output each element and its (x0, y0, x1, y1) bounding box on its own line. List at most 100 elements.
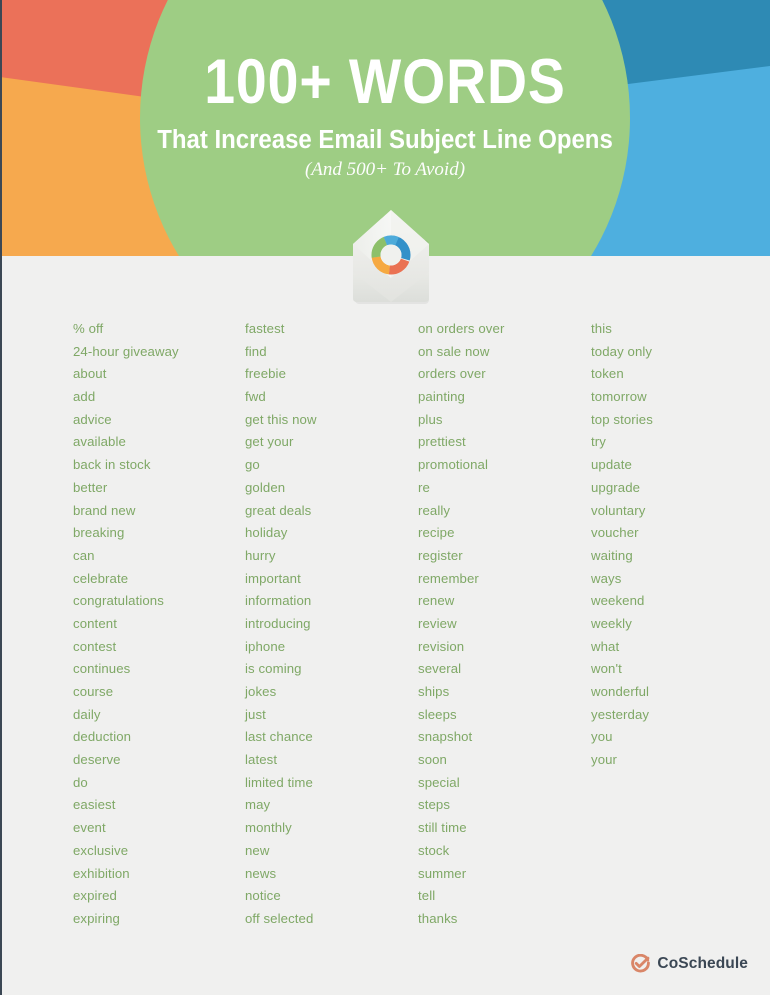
word-item: upgrade (591, 479, 641, 495)
word-item: available (73, 434, 126, 450)
word-item: % off (73, 321, 104, 336)
word-item: celebrate (73, 570, 129, 586)
word-item: stock (418, 842, 450, 858)
page-left-border (0, 0, 2, 995)
word-item: register (418, 547, 463, 563)
word-item: review (418, 615, 457, 631)
word-item: remember (418, 570, 479, 586)
word-item: important (245, 570, 301, 586)
open-envelope-with-donut-chart-icon (341, 200, 441, 308)
word-item: expiring (73, 910, 120, 926)
word-item: on orders over (418, 321, 505, 336)
word-item: congratulations (73, 593, 164, 609)
word-list-grid: % off 24-hour giveaway about add advice avail… (56, 318, 756, 931)
word-item: orders over (418, 366, 486, 382)
word-item: snapshot (418, 729, 473, 745)
word-item: several (418, 661, 462, 677)
word-item: iphone (245, 638, 286, 654)
word-item: deduction (73, 729, 132, 745)
word-item: weekend (591, 593, 645, 609)
word-item: won't (591, 661, 622, 677)
word-item: fastest (245, 321, 285, 336)
word-item: can (73, 547, 95, 563)
word-item: today only (591, 343, 653, 359)
word-item: wonderful (591, 684, 650, 699)
word-item: do (73, 774, 88, 790)
word-item: introducing (245, 615, 311, 631)
word-item: this (591, 321, 612, 336)
word-item: freebie (245, 366, 287, 382)
infographic-page: 100+ WORDS That Increase Email Subject L… (0, 0, 770, 995)
word-item: revision (418, 638, 465, 654)
word-item: voucher (591, 525, 639, 541)
word-item: easiest (73, 797, 116, 813)
word-item: exhibition (73, 865, 130, 881)
word-item: re (418, 479, 430, 495)
word-item: steps (418, 797, 451, 813)
word-item: event (73, 820, 106, 836)
word-item: update (591, 457, 632, 473)
word-item: your (591, 752, 618, 768)
word-item: painting (418, 389, 465, 405)
word-item: content (73, 615, 117, 631)
word-column-3: on orders over on sale now orders over pain… (406, 318, 581, 931)
word-item: exclusive (73, 842, 129, 858)
word-item: ways (591, 570, 622, 586)
word-item: thanks (418, 910, 458, 926)
donut-center-hole (380, 244, 402, 266)
word-item: really (418, 502, 451, 518)
word-item: yesterday (591, 706, 650, 722)
word-item: you (591, 729, 613, 745)
word-item: recipe (418, 525, 455, 541)
word-item: may (245, 797, 271, 813)
word-item: course (73, 684, 114, 699)
word-item: hurry (245, 547, 276, 563)
word-item: plus (418, 411, 443, 427)
word-item: summer (418, 865, 467, 881)
word-item: continues (73, 661, 131, 677)
word-column-2: fastest find freebie fwd get this now get you… (231, 318, 406, 931)
word-item: daily (73, 706, 101, 722)
word-item: golden (245, 479, 286, 495)
word-item: ships (418, 684, 450, 699)
word-item: what (591, 638, 620, 654)
word-item: voluntary (591, 502, 646, 518)
word-item: limited time (245, 774, 313, 790)
word-item: on sale now (418, 343, 490, 359)
word-item: top stories (591, 411, 653, 427)
word-item: weekly (591, 615, 632, 631)
word-item: get this now (245, 411, 317, 427)
word-item: better (73, 479, 108, 495)
word-item: deserve (73, 752, 121, 768)
word-item: add (73, 389, 96, 405)
word-item: tell (418, 888, 436, 904)
word-item: fwd (245, 389, 266, 405)
word-item: tomorrow (591, 389, 647, 405)
word-item: monthly (245, 820, 292, 836)
word-column-1: % off 24-hour giveaway about add advice avail… (56, 318, 231, 931)
word-item: about (73, 366, 107, 382)
donut-chart-icon (371, 235, 411, 275)
coschedule-check-circle-icon (631, 954, 651, 973)
word-item: off selected (245, 910, 314, 926)
word-item: renew (418, 593, 455, 609)
word-item: is coming (245, 661, 302, 677)
word-item: information (245, 593, 312, 609)
word-item: back in stock (73, 457, 151, 473)
word-item: last chance (245, 729, 313, 745)
word-item: get your (245, 434, 294, 450)
footer-brand[interactable]: CoSchedule (631, 954, 748, 973)
word-item: new (245, 842, 270, 858)
word-item: go (245, 457, 260, 473)
coschedule-wordmark: CoSchedule (657, 954, 748, 972)
word-item: news (245, 865, 277, 881)
word-item: breaking (73, 525, 125, 541)
word-item: just (245, 706, 266, 722)
word-item: 24-hour giveaway (73, 343, 179, 359)
word-item: notice (245, 888, 281, 904)
word-item: prettiest (418, 434, 466, 450)
word-item: jokes (245, 684, 277, 699)
word-column-4: this today only token tomorrow top stories tr… (581, 318, 756, 931)
word-item: waiting (591, 547, 633, 563)
word-item: holiday (245, 525, 288, 541)
